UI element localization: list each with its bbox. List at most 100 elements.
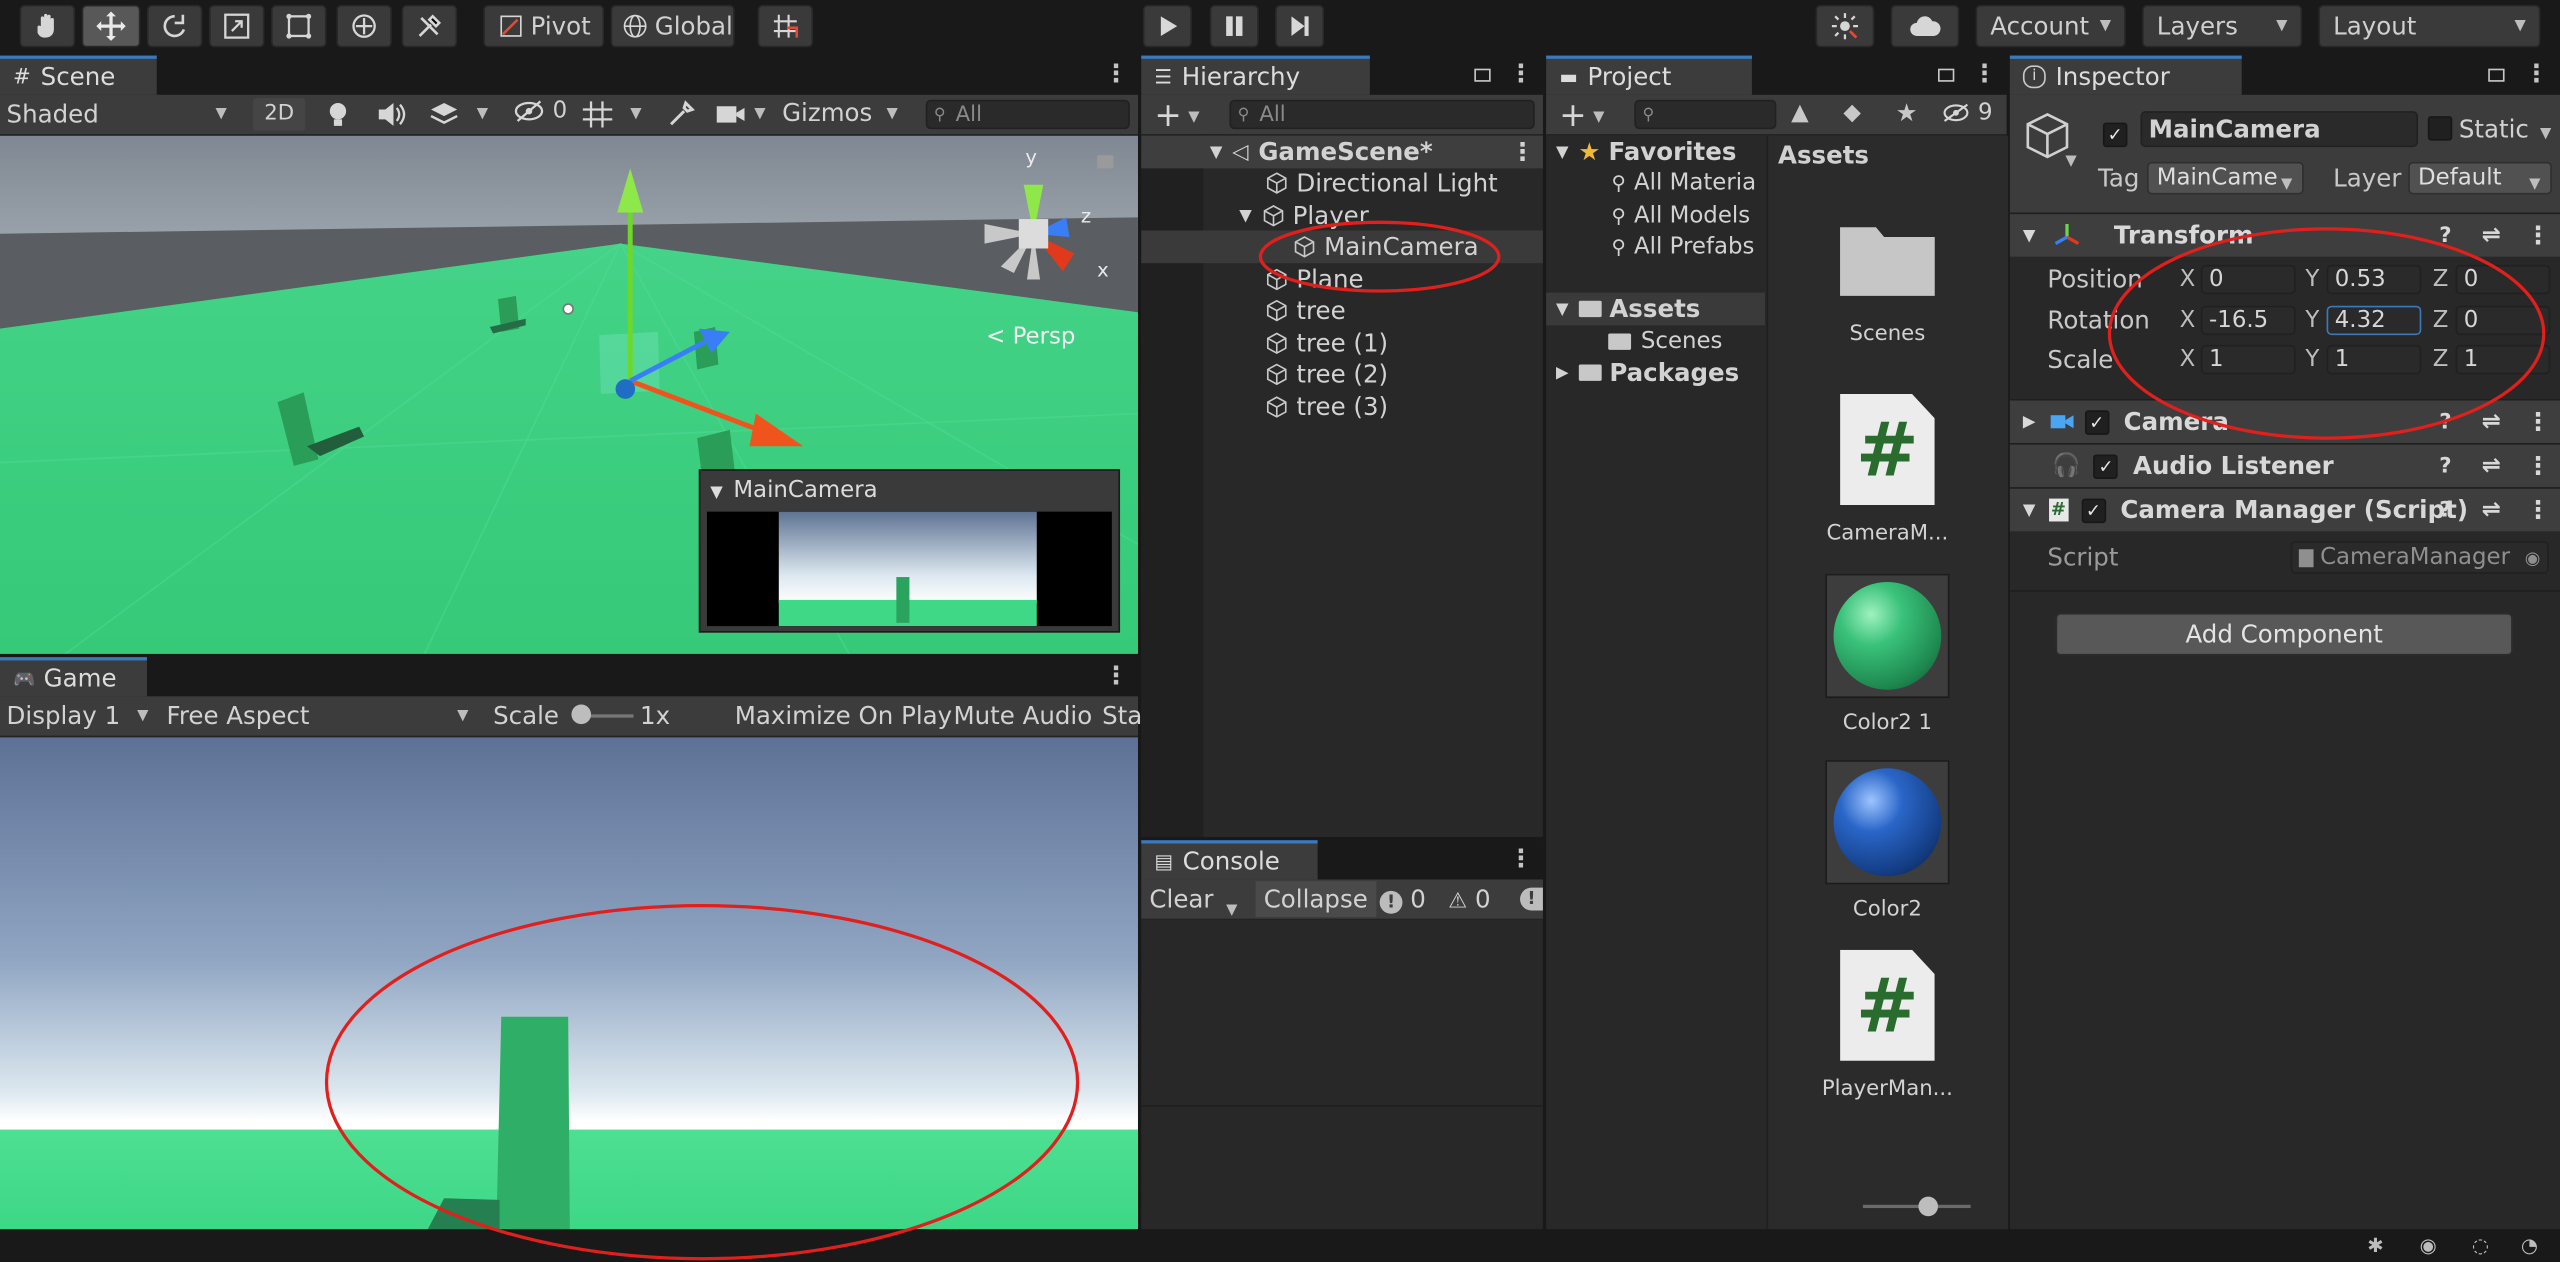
layout-dropdown[interactable]: Layout ▼ (2318, 4, 2541, 48)
lock-icon[interactable] (2488, 68, 2505, 82)
filter-by-label-icon[interactable]: ◆ (1843, 100, 1861, 126)
help-icon[interactable]: ? (2439, 454, 2451, 479)
display-dropdown[interactable]: Display 1 ▼ (7, 701, 157, 730)
presets-icon[interactable]: ⇌ (2482, 222, 2501, 248)
create-dropdown[interactable]: + ▼ (1154, 95, 1199, 134)
grid-dropdown[interactable]: ▼ (581, 100, 653, 136)
list-item[interactable]: Plane (1141, 263, 1543, 296)
global-toggle[interactable]: Global (610, 4, 735, 48)
object-name-input[interactable]: MainCamera (2140, 111, 2419, 148)
lock-icon[interactable] (1097, 155, 1114, 169)
step-button[interactable] (1275, 4, 1325, 48)
object-picker-icon[interactable]: ◉ (2525, 547, 2541, 568)
rotation-z-field[interactable]: 0 (2455, 305, 2551, 336)
shading-mode-dropdown[interactable]: Shaded ▼ (7, 100, 236, 129)
list-item[interactable]: tree (2) (1141, 358, 1543, 391)
static-dropdown[interactable]: Static ▼ (2459, 114, 2551, 143)
warning-filter-toggle[interactable]: ⚠ 0 (1448, 884, 1490, 913)
custom-tool-button[interactable] (401, 4, 458, 48)
collab-button[interactable] (1815, 4, 1875, 48)
audio-toggle[interactable] (376, 100, 409, 136)
icon-size-slider-thumb[interactable] (1918, 1196, 1939, 1217)
pivot-toggle[interactable]: Pivot (483, 4, 605, 48)
info-filter-toggle[interactable]: ! (1520, 887, 1543, 911)
scene-row[interactable]: ▼ ◁ GameScene* ⋮ (1141, 135, 1543, 169)
position-x-field[interactable]: 0 (2200, 264, 2296, 295)
kebab-menu-icon[interactable]: ⋮ (1104, 59, 1128, 88)
asset-item[interactable]: # PlayerMan... (1768, 949, 2006, 1102)
mode-2d-button[interactable]: 2D (253, 98, 306, 131)
camera-enabled-checkbox[interactable]: ✓ (2084, 409, 2109, 435)
script-object-field[interactable]: CameraManager ◉ (2290, 541, 2549, 574)
error-filter-toggle[interactable]: ! 0 (1379, 884, 1426, 914)
effects-dropdown[interactable]: ▼ (428, 100, 500, 136)
layers-dropdown[interactable]: Layers ▼ (2142, 4, 2303, 48)
console-log-area[interactable] (1141, 920, 1543, 1229)
camera-manager-header[interactable]: ▼ # ✓ Camera Manager (Script) ? ⇌ ⋮ (2009, 487, 2560, 532)
hidden-packages-toggle[interactable]: 9 (1941, 100, 1993, 126)
scale-slider-thumb[interactable] (571, 704, 592, 725)
help-icon[interactable]: ? (2439, 409, 2451, 434)
icon-size-slider[interactable] (1862, 1196, 1971, 1217)
chevron-down-icon[interactable]: ▼ (2065, 154, 2076, 170)
camera-dropdown[interactable]: ▼ (715, 100, 774, 136)
layer-dropdown[interactable]: Default ▼ (2408, 161, 2552, 195)
camera-component-header[interactable]: ▶ ✓ Camera ? ⇌ ⋮ (2009, 398, 2560, 444)
account-dropdown[interactable]: Account ▼ (1975, 4, 2126, 48)
tab-inspector[interactable]: i Inspector (2009, 55, 2242, 95)
asset-item[interactable]: Scenes (1768, 214, 2006, 347)
kebab-menu-icon[interactable]: ⋮ (2526, 221, 2550, 250)
kebab-menu-icon[interactable]: ⋮ (2526, 451, 2550, 480)
list-item[interactable]: tree (1141, 294, 1543, 327)
favorite-star-icon[interactable]: ★ (1896, 98, 1918, 127)
transform-header[interactable]: ▼ Transform ? ⇌ ⋮ (2009, 212, 2560, 257)
audio-listener-enabled-checkbox[interactable]: ✓ (2093, 453, 2119, 479)
lock-icon[interactable] (1938, 68, 1955, 82)
bug-icon[interactable]: ✱ (2367, 1234, 2383, 1257)
tab-project[interactable]: ▬ Project (1546, 55, 1752, 95)
hierarchy-search-input[interactable]: ⚲ All (1229, 99, 1535, 130)
presets-icon[interactable]: ⇌ (2482, 409, 2501, 435)
tab-hierarchy[interactable]: ☰ Hierarchy (1141, 55, 1370, 95)
grid-snap-button[interactable] (757, 4, 814, 48)
rect-tool-button[interactable] (271, 4, 327, 48)
play-button[interactable] (1142, 4, 1192, 48)
stats-toggle[interactable]: Sta (1102, 701, 1142, 730)
gizmos-dropdown[interactable]: Gizmos ▼ (782, 98, 913, 127)
camera-manager-enabled-checkbox[interactable]: ✓ (2081, 497, 2106, 523)
presets-icon[interactable]: ⇌ (2482, 453, 2501, 479)
kebab-menu-icon[interactable]: ⋮ (1972, 59, 1996, 88)
list-item[interactable]: ⚲ All Models (1546, 199, 1765, 232)
kebab-menu-icon[interactable]: ⋮ (1510, 137, 1534, 166)
packages-folder-row[interactable]: ▶ Packages (1546, 356, 1765, 389)
list-item[interactable]: Directional Light (1141, 167, 1543, 200)
scene-viewport[interactable]: y z x < Persp ▼ MainCamera (0, 135, 1138, 654)
kebab-menu-icon[interactable]: ⋮ (2526, 495, 2550, 524)
rotation-x-field[interactable]: -16.5 (2200, 305, 2296, 336)
asset-item[interactable]: Color2 1 (1768, 573, 2006, 736)
progress-icon[interactable]: ◔ (2521, 1234, 2538, 1257)
pause-button[interactable] (1209, 4, 1259, 48)
assets-folder-row[interactable]: ▼ Assets (1546, 292, 1765, 326)
position-y-field[interactable]: 0.53 (2326, 264, 2422, 295)
active-checkbox[interactable]: ✓ (2102, 116, 2128, 148)
scale-z-field[interactable]: 1 (2455, 344, 2551, 375)
hand-tool-button[interactable] (19, 4, 76, 48)
help-icon[interactable]: ? (2439, 223, 2451, 248)
lock-icon[interactable] (1474, 68, 1491, 82)
tag-dropdown[interactable]: MainCame ▼ (2147, 161, 2304, 195)
game-viewport[interactable] (0, 737, 1138, 1230)
scale-x-field[interactable]: 1 (2200, 344, 2296, 375)
list-item[interactable]: Scenes (1546, 325, 1765, 358)
presets-icon[interactable]: ⇌ (2482, 497, 2501, 523)
filter-by-type-icon[interactable]: ▲ (1791, 100, 1809, 126)
collapse-toggle[interactable]: Collapse (1255, 881, 1376, 918)
static-checkbox[interactable] (2427, 116, 2453, 147)
kebab-menu-icon[interactable]: ⋮ (2526, 407, 2550, 436)
rotate-tool-button[interactable] (146, 4, 203, 48)
lighting-toggle[interactable] (323, 100, 352, 136)
mute-audio-toggle[interactable]: Mute Audio (953, 701, 1092, 730)
scale-tool-button[interactable] (208, 4, 265, 48)
add-component-button[interactable]: Add Component (2055, 613, 2513, 656)
scene-search-input[interactable]: ⚲ All (925, 99, 1130, 130)
